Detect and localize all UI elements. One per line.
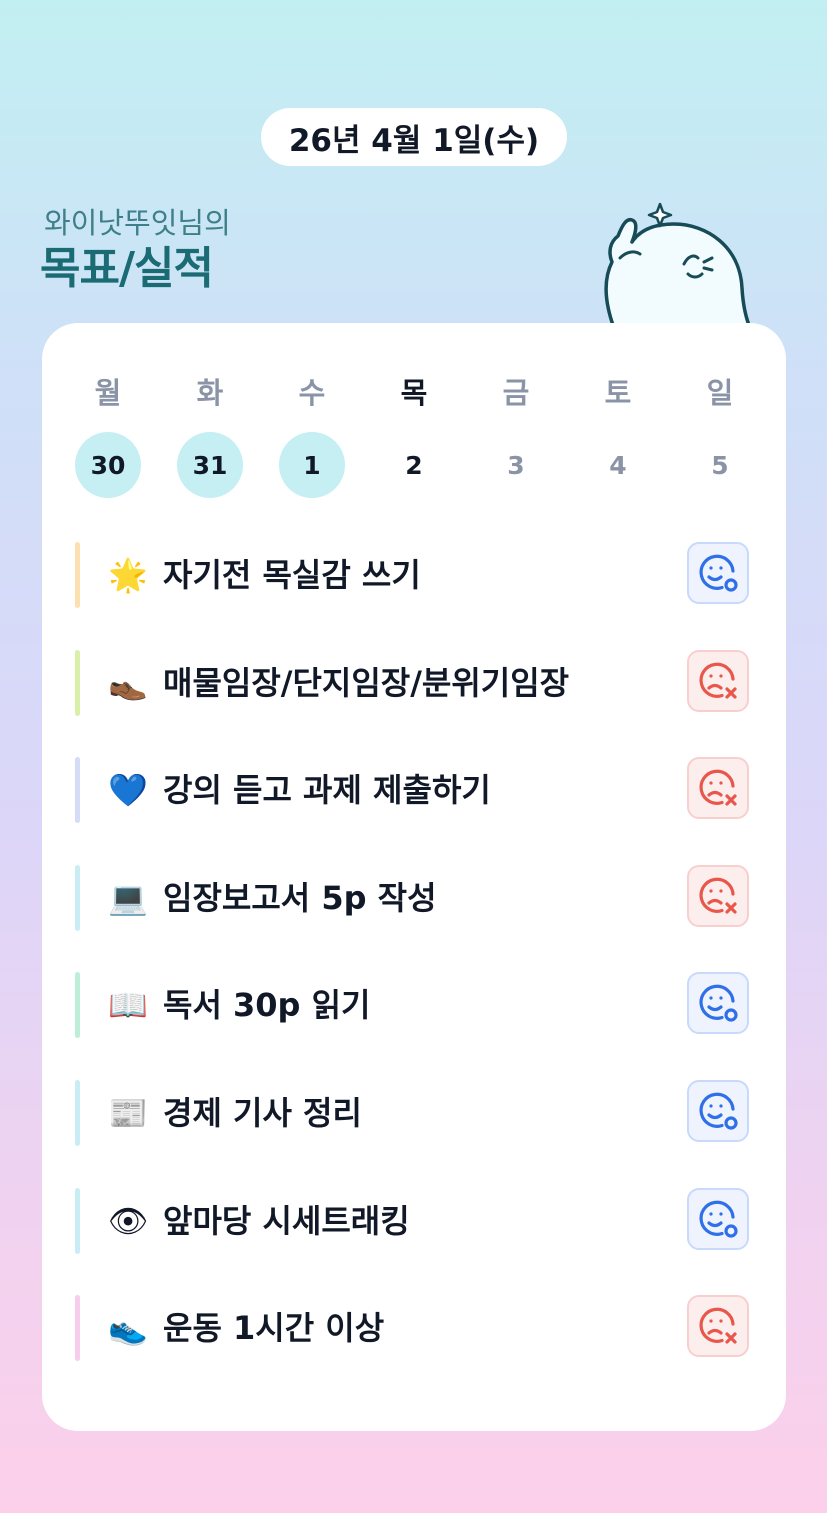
goal-color-bar: [75, 542, 80, 608]
goal-fail-button[interactable]: [687, 757, 749, 819]
day-30[interactable]: 30: [75, 432, 141, 498]
goal-row[interactable]: 👞 매물임장/단지임장/분위기임장: [75, 650, 755, 716]
glowing-star-icon: 🌟: [108, 556, 148, 594]
goal-success-button[interactable]: [687, 542, 749, 604]
frown-x-icon: [695, 765, 741, 811]
goal-row[interactable]: 📰 경제 기사 정리: [75, 1080, 755, 1146]
goal-color-bar: [75, 972, 80, 1038]
goal-color-bar: [75, 1295, 80, 1361]
weekday-wed: 수: [298, 376, 326, 410]
goal-color-bar: [75, 1080, 80, 1146]
frown-x-icon: [695, 658, 741, 704]
eye-icon: 👁: [107, 1202, 149, 1240]
goal-row[interactable]: 💙 강의 듣고 과제 제출하기: [75, 757, 755, 823]
goal-success-button[interactable]: [687, 972, 749, 1034]
goal-label: 매물임장/단지임장/분위기임장: [163, 664, 570, 702]
goal-row[interactable]: 🌟 자기전 목실감 쓰기: [75, 542, 755, 608]
goal-label: 자기전 목실감 쓰기: [163, 556, 421, 594]
mascot-character-icon: [604, 202, 752, 328]
day-2[interactable]: 2: [381, 432, 447, 498]
goal-color-bar: [75, 1188, 80, 1254]
day-4[interactable]: 4: [585, 432, 651, 498]
weekday-sun: 일: [706, 376, 734, 410]
goal-label: 앞마당 시세트래킹: [163, 1202, 410, 1240]
goal-label: 임장보고서 5p 작성: [163, 879, 437, 917]
goal-row[interactable]: 💻 임장보고서 5p 작성: [75, 865, 755, 931]
goal-label: 독서 30p 읽기: [163, 986, 371, 1024]
frown-x-icon: [695, 873, 741, 919]
goal-color-bar: [75, 757, 80, 823]
day-31[interactable]: 31: [177, 432, 243, 498]
goal-row[interactable]: 👁 앞마당 시세트래킹: [75, 1188, 755, 1254]
goal-row[interactable]: 👟 운동 1시간 이상: [75, 1295, 755, 1361]
shoe-icon: 👞: [108, 664, 148, 702]
sneaker-icon: 👟: [108, 1309, 148, 1347]
smile-check-icon: [695, 1088, 741, 1134]
open-book-icon: 📖: [108, 986, 148, 1024]
frown-x-icon: [695, 1303, 741, 1349]
goal-fail-button[interactable]: [687, 650, 749, 712]
smile-check-icon: [695, 1196, 741, 1242]
goal-color-bar: [75, 865, 80, 931]
page-title: 목표/실적: [40, 243, 214, 294]
goal-row[interactable]: 📖 독서 30p 읽기: [75, 972, 755, 1038]
weekday-fri: 금: [502, 376, 530, 410]
date-display[interactable]: 26년 4월 1일(수): [261, 108, 567, 166]
day-3[interactable]: 3: [483, 432, 549, 498]
day-1[interactable]: 1: [279, 432, 345, 498]
laptop-icon: 💻: [108, 879, 148, 917]
goal-success-button[interactable]: [687, 1080, 749, 1142]
goal-fail-button[interactable]: [687, 1295, 749, 1357]
weekday-sat: 토: [604, 376, 632, 410]
goal-success-button[interactable]: [687, 1188, 749, 1250]
smile-check-icon: [695, 550, 741, 596]
day-5[interactable]: 5: [687, 432, 753, 498]
weekday-mon: 월: [94, 376, 122, 410]
smile-check-icon: [695, 980, 741, 1026]
weekday-thu: 목: [400, 376, 428, 410]
goal-fail-button[interactable]: [687, 865, 749, 927]
blue-heart-icon: 💙: [108, 771, 148, 809]
goal-label: 경제 기사 정리: [163, 1094, 362, 1132]
weekday-tue: 화: [196, 376, 224, 410]
newspaper-icon: 📰: [108, 1094, 148, 1132]
goal-color-bar: [75, 650, 80, 716]
goal-label: 운동 1시간 이상: [163, 1309, 385, 1347]
goal-label: 강의 듣고 과제 제출하기: [163, 771, 491, 809]
